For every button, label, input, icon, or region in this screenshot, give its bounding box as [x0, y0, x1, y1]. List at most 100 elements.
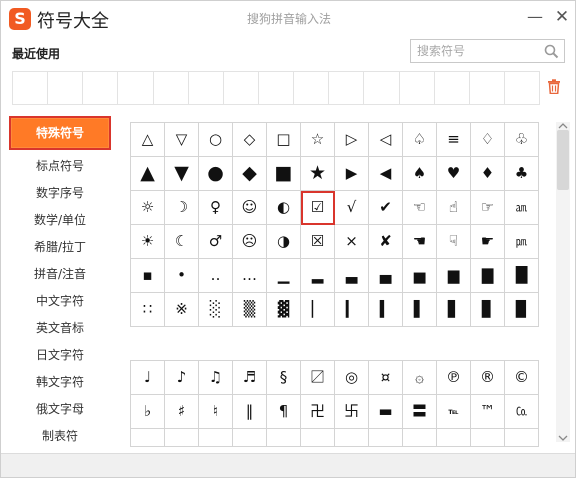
- scroll-down-icon[interactable]: [558, 434, 568, 442]
- symbol-cell[interactable]: ℡: [437, 395, 471, 429]
- symbol-cell[interactable]: ♦: [471, 157, 505, 191]
- sidebar-item-11[interactable]: 制表符: [1, 423, 119, 450]
- symbol-cell[interactable]: ▁: [267, 259, 301, 293]
- symbol-cell[interactable]: ▊: [471, 293, 505, 327]
- recent-symbol-cell[interactable]: [13, 72, 49, 104]
- sidebar-item-5[interactable]: 拼音/注音: [1, 261, 119, 288]
- symbol-cell[interactable]: ∷: [131, 293, 165, 327]
- sidebar-item-2[interactable]: 数字序号: [1, 180, 119, 207]
- symbol-cell[interactable]: ☺: [233, 191, 267, 225]
- symbol-cell[interactable]: ۞: [403, 361, 437, 395]
- symbol-cell[interactable]: ㏘: [505, 225, 539, 259]
- symbol-cell[interactable]: [131, 429, 165, 447]
- symbol-cell[interactable]: ▷: [335, 123, 369, 157]
- symbol-cell[interactable]: ♣: [505, 157, 539, 191]
- symbol-cell[interactable]: ♬: [233, 361, 267, 395]
- recent-symbol-cell[interactable]: [364, 72, 400, 104]
- symbol-cell[interactable]: ✔: [369, 191, 403, 225]
- symbol-cell[interactable]: ☽: [165, 191, 199, 225]
- symbol-cell[interactable]: ★: [301, 157, 335, 191]
- symbol-cell[interactable]: 〓: [403, 395, 437, 429]
- symbol-cell[interactable]: ㏇: [505, 395, 539, 429]
- recent-symbol-cell[interactable]: [470, 72, 505, 104]
- symbol-cell[interactable]: [199, 429, 233, 447]
- symbol-cell[interactable]: ▬: [369, 395, 403, 429]
- symbol-cell[interactable]: ▒: [233, 293, 267, 327]
- symbol-cell[interactable]: ▶: [335, 157, 369, 191]
- symbol-cell[interactable]: ♯: [165, 395, 199, 429]
- symbol-cell[interactable]: ▓: [267, 293, 301, 327]
- symbol-cell[interactable]: ◑: [267, 225, 301, 259]
- recent-symbol-cell[interactable]: [118, 72, 154, 104]
- sidebar-item-4[interactable]: 希腊/拉丁: [1, 234, 119, 261]
- symbol-cell[interactable]: ♀: [199, 191, 233, 225]
- symbol-cell[interactable]: ▍: [369, 293, 403, 327]
- minimize-button[interactable]: —: [523, 5, 547, 29]
- scroll-up-icon[interactable]: [558, 122, 568, 130]
- close-button[interactable]: ✕: [550, 5, 574, 29]
- symbol-cell[interactable]: ◀: [369, 157, 403, 191]
- symbol-cell[interactable]: [335, 429, 369, 447]
- symbol-cell[interactable]: ☼: [131, 191, 165, 225]
- symbol-cell[interactable]: ☀: [131, 225, 165, 259]
- symbol-cell[interactable]: ◐: [267, 191, 301, 225]
- symbol-cell[interactable]: □: [267, 123, 301, 157]
- symbol-cell[interactable]: ▂: [301, 259, 335, 293]
- symbol-cell[interactable]: ▃: [335, 259, 369, 293]
- symbol-cell[interactable]: …: [233, 259, 267, 293]
- symbol-cell[interactable]: ♩: [131, 361, 165, 395]
- symbol-cell[interactable]: ♭: [131, 395, 165, 429]
- symbol-cell[interactable]: ☾: [165, 225, 199, 259]
- symbol-cell[interactable]: ☜: [403, 191, 437, 225]
- symbol-cell[interactable]: ▽: [165, 123, 199, 157]
- symbol-cell[interactable]: ☚: [403, 225, 437, 259]
- symbol-cell[interactable]: ℗: [437, 361, 471, 395]
- symbol-cell[interactable]: ♥: [437, 157, 471, 191]
- symbol-cell[interactable]: ☝: [437, 191, 471, 225]
- symbol-cell[interactable]: ☞: [471, 191, 505, 225]
- symbol-cell[interactable]: ◆: [233, 157, 267, 191]
- symbol-cell[interactable]: ♧: [505, 123, 539, 157]
- symbol-cell[interactable]: ✘: [369, 225, 403, 259]
- symbol-cell[interactable]: ♪: [165, 361, 199, 395]
- symbol-cell[interactable]: ♢: [471, 123, 505, 157]
- symbol-cell[interactable]: ¤: [369, 361, 403, 395]
- symbol-cell[interactable]: √: [335, 191, 369, 225]
- symbol-cell[interactable]: ◇: [233, 123, 267, 157]
- symbol-cell[interactable]: ☛: [471, 225, 505, 259]
- recent-symbol-cell[interactable]: [400, 72, 435, 104]
- symbol-cell[interactable]: [165, 429, 199, 447]
- recent-symbol-cell[interactable]: [83, 72, 119, 104]
- symbol-cell[interactable]: [369, 429, 403, 447]
- sidebar-item-8[interactable]: 日文字符: [1, 342, 119, 369]
- symbol-cell[interactable]: ◁: [369, 123, 403, 157]
- symbol-cell[interactable]: ‖: [233, 395, 267, 429]
- search-icon[interactable]: [544, 44, 559, 59]
- recent-symbol-cell[interactable]: [48, 72, 84, 104]
- symbol-cell[interactable]: ☒: [301, 225, 335, 259]
- symbol-cell[interactable]: △: [131, 123, 165, 157]
- symbol-cell[interactable]: ▆: [437, 259, 471, 293]
- sidebar-item-9[interactable]: 韩文字符: [1, 369, 119, 396]
- symbol-cell[interactable]: █: [505, 259, 539, 293]
- trash-icon[interactable]: [547, 79, 561, 94]
- recent-symbol-cell[interactable]: [259, 72, 295, 104]
- symbol-cell[interactable]: ¶: [267, 395, 301, 429]
- recent-symbol-cell[interactable]: [224, 72, 259, 104]
- symbol-cell[interactable]: ‥: [199, 259, 233, 293]
- symbol-cell[interactable]: ≡: [437, 123, 471, 157]
- symbol-cell[interactable]: ▼: [165, 157, 199, 191]
- symbol-cell[interactable]: ™: [471, 395, 505, 429]
- symbol-cell[interactable]: ▌: [403, 293, 437, 327]
- symbol-cell[interactable]: 〼: [301, 361, 335, 395]
- symbol-cell[interactable]: ※: [165, 293, 199, 327]
- symbol-cell[interactable]: ▅: [403, 259, 437, 293]
- sidebar-item-10[interactable]: 俄文字母: [1, 396, 119, 423]
- symbol-cell[interactable]: ■: [267, 157, 301, 191]
- symbol-cell[interactable]: [233, 429, 267, 447]
- symbol-cell[interactable]: [437, 429, 471, 447]
- symbol-cell[interactable]: ☟: [437, 225, 471, 259]
- sidebar-item-7[interactable]: 英文音标: [1, 315, 119, 342]
- sidebar-item-3[interactable]: 数学/单位: [1, 207, 119, 234]
- recent-symbol-cell[interactable]: [294, 72, 330, 104]
